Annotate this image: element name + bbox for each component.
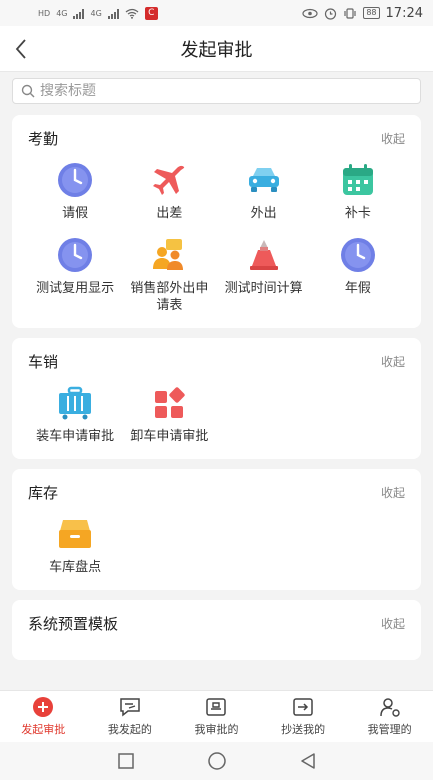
vibrate-icon [344, 7, 356, 19]
hourglass-icon [249, 240, 278, 270]
network-label: 4G [56, 8, 68, 18]
search-input[interactable] [40, 83, 380, 99]
eye-icon [302, 8, 318, 18]
calendar-icon [342, 164, 373, 195]
section-title: 系统预置模板 [28, 614, 119, 633]
plus-icon [33, 697, 54, 717]
tab-start-approval[interactable]: 发起审批 [0, 691, 87, 742]
section-title: 库存 [28, 483, 59, 502]
car-icon [248, 168, 279, 192]
tab-initiated-by-me[interactable]: 我发起的 [87, 691, 174, 742]
section-inventory: 库存 收起 车库盘点 [12, 469, 421, 590]
template-label: 车库盘点 [49, 560, 102, 575]
app-notification-icon: C [144, 6, 158, 20]
template-clock-in-fix[interactable]: 补卡 [311, 161, 405, 222]
template-unloading-approval[interactable]: 卸车申请审批 [122, 384, 216, 445]
template-annual-leave[interactable]: 年假 [311, 236, 405, 314]
template-label: 测试复用显示 [36, 281, 115, 296]
template-loading-approval[interactable]: 装车申请审批 [28, 384, 122, 445]
template-label: 卸车申请审批 [130, 429, 209, 444]
template-test-time-calc[interactable]: 测试时间计算 [217, 236, 311, 314]
template-label: 测试时间计算 [224, 281, 303, 296]
blocks-icon [155, 387, 186, 418]
bottom-tab-bar: 发起审批 我发起的 我审批的 抄送我的 我管理的 [0, 690, 433, 742]
airplane-icon [153, 165, 185, 195]
section-attendance: 考勤 收起 请假 出差 外出 补卡 测试复用显示 销售部外出申请表 测试时间计算… [12, 115, 421, 328]
template-test-reuse[interactable]: 测试复用显示 [28, 236, 122, 314]
clock-icon [58, 163, 93, 197]
battery-icon: 88 [363, 7, 380, 19]
system-nav-bar [0, 742, 433, 780]
template-label: 年假 [344, 281, 371, 296]
template-label: 补卡 [344, 206, 371, 221]
tab-label: 我发起的 [107, 723, 152, 736]
back-button[interactable] [14, 36, 36, 62]
alarm-icon [325, 7, 337, 20]
template-business-trip[interactable]: 出差 [122, 161, 216, 222]
people-icon [153, 239, 184, 270]
tab-approved-by-me[interactable]: 我审批的 [173, 691, 260, 742]
truck-icon [59, 386, 92, 420]
tab-label: 我审批的 [194, 723, 239, 736]
top-nav-bar: 发起审批 [0, 26, 433, 72]
tab-cc-to-me[interactable]: 抄送我的 [260, 691, 347, 742]
status-bar: HD 4G 4G C 88 17:24 [0, 0, 433, 26]
wifi-icon [125, 8, 139, 19]
template-label: 请假 [62, 206, 89, 221]
collapse-button[interactable]: 收起 [381, 353, 405, 370]
signal-icon [107, 8, 119, 19]
template-label: 销售部外出申请表 [130, 281, 209, 313]
search-bar [0, 72, 433, 109]
stamp-icon [206, 698, 227, 716]
section-title: 车销 [28, 352, 59, 371]
network-label: 4G [90, 8, 102, 18]
home-button[interactable] [207, 751, 227, 771]
tab-label: 抄送我的 [281, 723, 326, 736]
drawer-icon [59, 520, 92, 548]
collapse-button[interactable]: 收起 [381, 615, 405, 632]
template-garage-inventory[interactable]: 车库盘点 [28, 515, 122, 576]
collapse-button[interactable]: 收起 [381, 130, 405, 147]
search-icon [21, 84, 35, 98]
template-label: 出差 [156, 206, 183, 221]
template-sales-outing[interactable]: 销售部外出申请表 [122, 236, 216, 314]
section-system-templates: 系统预置模板 收起 [12, 600, 421, 660]
clock-icon [58, 238, 93, 272]
section-title: 考勤 [28, 129, 59, 148]
sim-label: HD [38, 8, 51, 18]
collapse-button[interactable]: 收起 [381, 484, 405, 501]
tab-managed-by-me[interactable]: 我管理的 [346, 691, 433, 742]
search-box[interactable] [12, 78, 421, 104]
template-leave[interactable]: 请假 [28, 161, 122, 222]
user-gear-icon [379, 698, 400, 717]
back-nav-button[interactable] [299, 752, 317, 770]
clock-time: 17:24 [385, 5, 423, 21]
forward-icon [293, 698, 313, 716]
chevron-left-icon [15, 39, 26, 59]
send-icon [120, 698, 140, 717]
tab-label: 我管理的 [367, 723, 412, 736]
section-vehicle-sales: 车销 收起 装车申请审批 卸车申请审批 [12, 338, 421, 459]
template-label: 装车申请审批 [36, 429, 115, 444]
page-title: 发起审批 [180, 39, 253, 61]
tab-label: 发起审批 [21, 723, 66, 736]
signal-icon [73, 8, 85, 19]
recents-button[interactable] [117, 752, 135, 770]
template-label: 外出 [250, 206, 277, 221]
template-outing[interactable]: 外出 [217, 161, 311, 222]
clock-icon [340, 238, 375, 272]
